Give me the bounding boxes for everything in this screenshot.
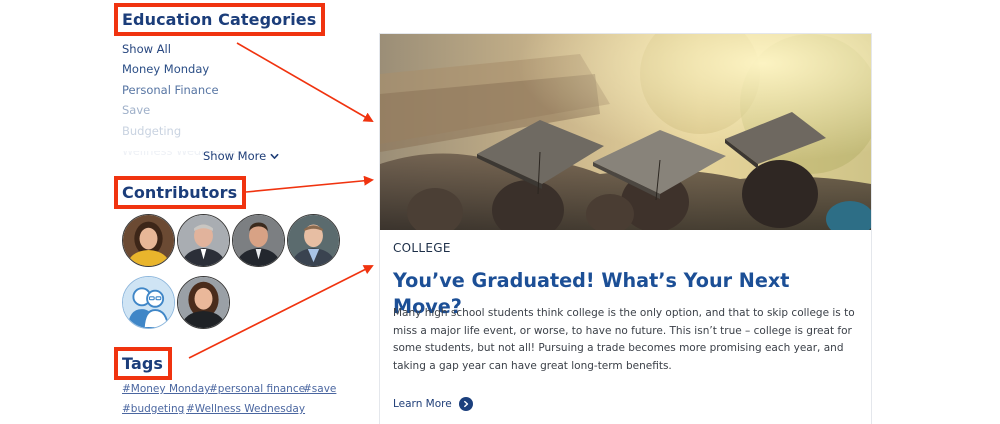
education-categories-heading: Education Categories (114, 3, 326, 36)
arrow-right-icon (458, 397, 473, 411)
contributor-avatar[interactable] (122, 276, 175, 329)
article-excerpt: Many high school students think college … (393, 307, 855, 372)
contributor-avatar[interactable] (177, 276, 230, 329)
contributors-heading: Contributors (114, 176, 247, 209)
contributor-avatar[interactable] (122, 214, 175, 267)
show-more-label: Show More (203, 149, 267, 163)
tags-heading: Tags (114, 347, 173, 380)
contributor-avatar[interactable] (287, 214, 340, 267)
tag-link[interactable]: #budgeting (122, 403, 184, 415)
tag-link[interactable]: #Wellness Wednesday (186, 403, 305, 415)
tag-link[interactable]: #save (303, 383, 336, 395)
article-category: COLLEGE (393, 241, 451, 255)
chevron-down-icon (270, 153, 279, 159)
learn-more-link[interactable]: Learn More (393, 397, 473, 411)
learn-more-label: Learn More (393, 398, 452, 410)
category-budgeting[interactable]: Budgeting (122, 121, 342, 141)
category-show-all[interactable]: Show All (122, 39, 342, 59)
tag-link[interactable]: #Money Monday (122, 383, 210, 395)
article-card: COLLEGE You’ve Graduated! What’s Your Ne… (379, 33, 872, 424)
category-money-monday[interactable]: Money Monday (122, 59, 342, 79)
contributor-avatar[interactable] (177, 214, 230, 267)
article-image[interactable] (380, 34, 871, 230)
show-more-button[interactable]: Show More (203, 149, 279, 163)
tag-link[interactable]: #personal finance (209, 383, 305, 395)
category-save[interactable]: Save (122, 100, 342, 120)
category-personal-finance[interactable]: Personal Finance (122, 80, 342, 100)
annotation-arrow (245, 175, 374, 193)
graduation-caps-image (380, 34, 871, 230)
contributor-avatar[interactable] (232, 214, 285, 267)
